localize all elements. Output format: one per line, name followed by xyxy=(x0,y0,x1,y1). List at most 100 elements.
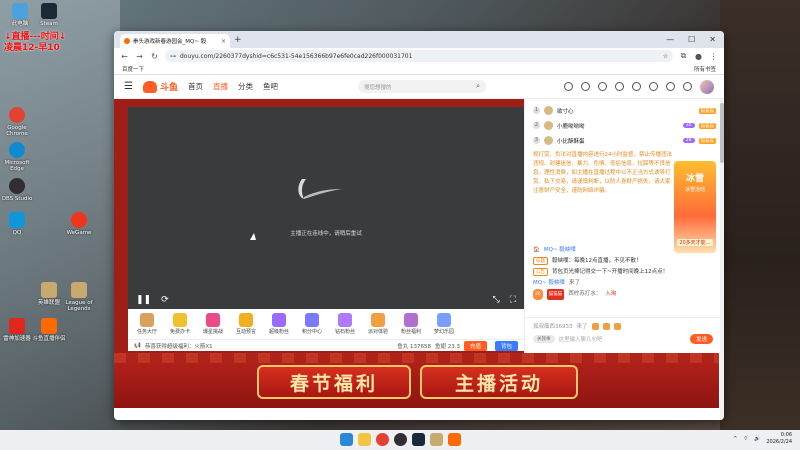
location-icon[interactable] xyxy=(666,82,675,91)
chat-action: 来了 xyxy=(568,280,580,286)
bookmark-baidu[interactable]: 百度一下 xyxy=(122,65,144,73)
desktop-icon-wegame[interactable]: WeGame xyxy=(62,212,96,236)
gift-label: 爆星挑战 xyxy=(202,329,223,335)
chat-input[interactable]: 这里输入聊几句吧 xyxy=(559,335,686,343)
desktop-icon-chrome[interactable]: Google Chrome xyxy=(0,107,34,137)
room-owner-name[interactable]: MQ~ 毅峡噗 xyxy=(544,245,576,256)
welcome-user: 孤叔瘴西36933 xyxy=(533,324,573,330)
nav-home[interactable]: 首页 xyxy=(188,81,203,92)
desktop-icon-lol-cn[interactable]: 英雄联盟 xyxy=(32,282,66,306)
maximize-icon[interactable]: ☐ xyxy=(688,35,695,44)
download-icon[interactable] xyxy=(683,82,692,91)
nav-live[interactable]: 直播 xyxy=(213,81,228,92)
send-button[interactable]: 发送 xyxy=(689,334,713,344)
user-avatar[interactable] xyxy=(700,79,714,94)
close-window-icon[interactable]: ✕ xyxy=(709,35,716,44)
gift-item[interactable]: 互动预言 xyxy=(231,313,261,335)
history-icon[interactable] xyxy=(564,82,573,91)
file-explorer-icon[interactable] xyxy=(358,433,371,446)
douyu-header: ☰ 斗鱼 首页 直播 分类 鱼吧 搜您想搜的 ⌕ xyxy=(114,75,724,99)
streamer-activity-button[interactable]: 主播活动 xyxy=(420,365,578,399)
nav-category[interactable]: 分类 xyxy=(238,81,253,92)
desktop-icon-obs[interactable]: OBS Studio xyxy=(0,178,34,202)
task-icon[interactable] xyxy=(615,82,624,91)
pause-icon[interactable]: ❚❚ xyxy=(136,295,151,305)
desktop-icon-leishen[interactable]: 雷神加速器 xyxy=(0,318,34,342)
gift-item[interactable]: 任务大厅 xyxy=(132,313,162,335)
emoji-icon[interactable] xyxy=(591,322,599,330)
chat-user[interactable]: 西柠苏打水： xyxy=(568,289,601,300)
back-icon[interactable]: ← xyxy=(120,52,129,61)
douyu-taskbar-icon[interactable] xyxy=(448,433,461,446)
desktop-icon-steam[interactable]: Steam xyxy=(32,3,66,27)
tray-chevron-icon[interactable]: ^ xyxy=(733,436,737,442)
side-activity-card[interactable]: 冰雪 冰雪活动 20多天才能… xyxy=(674,161,716,253)
gift-item[interactable]: 爆星挑战 xyxy=(198,313,228,335)
fan-card-icon[interactable] xyxy=(613,322,621,330)
gift-item[interactable]: 积分中心 xyxy=(297,313,327,335)
clock-time: 0:06 xyxy=(780,432,792,438)
search-icon[interactable]: ⌕ xyxy=(476,82,480,91)
desktop-icon-douyu-companion[interactable]: 斗鱼直播伴侣 xyxy=(32,318,66,342)
welcome-action: 来了 xyxy=(576,324,588,330)
chat-user[interactable]: MQ~ 毅峡噗 xyxy=(533,278,565,289)
minimize-icon[interactable]: — xyxy=(666,35,674,44)
chat-mode-tag[interactable]: 关我事 xyxy=(533,335,555,343)
rank-number: 2 xyxy=(533,122,540,129)
url-field[interactable]: ⊶ douyu.com/2260377dyshid=c6c531-54e1563… xyxy=(165,50,673,62)
gift-item[interactable]: 粉丝福利 xyxy=(396,313,426,335)
all-bookmarks[interactable]: 所有书签 xyxy=(694,65,716,73)
search-input[interactable]: 搜您想搜的 ⌕ xyxy=(357,80,486,93)
desktop-icon-label: Microsoft Edge xyxy=(4,160,30,172)
rank-row[interactable]: 2 小鹿呦呦呦 30 猫猫猫 xyxy=(533,118,716,133)
steam-taskbar-icon[interactable] xyxy=(412,433,425,446)
reload-icon[interactable]: ↻ xyxy=(150,52,159,61)
gift-item[interactable]: 派对体验 xyxy=(363,313,393,335)
menu-icon[interactable]: ⋮ xyxy=(709,52,718,61)
network-icon[interactable]: ⌔ xyxy=(743,436,748,442)
gift-icon[interactable] xyxy=(649,82,658,91)
gift-item[interactable]: 超级粉丝 xyxy=(264,313,294,335)
notice-line: 公告 背包页光捧记得交一下~开播时间晚上12点点！ xyxy=(533,267,717,278)
charge-button[interactable]: 充值 xyxy=(463,340,487,351)
message-icon[interactable] xyxy=(598,82,607,91)
video-player[interactable]: 主播正在连线中，请稍后重试 ❚❚ ⟳ ⤡ ⛶ xyxy=(128,107,524,309)
extensions-icon[interactable]: ⧉ xyxy=(679,51,688,61)
volume-icon[interactable]: 🔊 xyxy=(754,436,760,442)
forward-icon[interactable]: → xyxy=(135,52,144,61)
desktop-icon-edge[interactable]: Microsoft Edge xyxy=(0,142,34,172)
spring-welfare-button[interactable]: 春节福利 xyxy=(257,365,411,399)
windows-start-icon[interactable] xyxy=(340,433,353,446)
gift-item[interactable]: 梦幻乐园 xyxy=(429,313,459,335)
league-taskbar-icon[interactable] xyxy=(430,433,443,446)
rank-row[interactable]: 1 欲寸心 猫猫猫 xyxy=(533,103,716,118)
fullscreen-icon[interactable]: ⛶ xyxy=(510,295,516,305)
theater-mode-icon[interactable]: ⤡ xyxy=(492,295,499,305)
desktop-icon-lol[interactable]: League of Legends xyxy=(62,282,96,312)
douyu-logo[interactable]: 斗鱼 xyxy=(142,80,178,93)
backpack-button[interactable]: 背包 xyxy=(494,340,518,351)
new-tab-button[interactable]: + xyxy=(234,35,242,45)
scrollbar-thumb[interactable] xyxy=(720,103,724,163)
profile-icon[interactable]: ● xyxy=(694,52,703,61)
close-tab-icon[interactable]: × xyxy=(221,38,226,45)
page-scrollbar[interactable] xyxy=(720,99,724,420)
notice-tag: 公告 xyxy=(533,268,548,276)
gift-item[interactable]: 免费办卡 xyxy=(165,313,195,335)
refresh-icon[interactable]: ⟳ xyxy=(161,295,169,305)
clock[interactable]: 0:06 2026/2/24 xyxy=(766,432,792,446)
chrome-taskbar-icon[interactable] xyxy=(376,433,389,446)
video-icon[interactable] xyxy=(632,82,641,91)
rank-row[interactable]: 3 小比酥酥蛋 28 猫猫猫 xyxy=(533,133,716,148)
star-icon[interactable]: ☆ xyxy=(663,53,668,60)
follow-icon[interactable] xyxy=(581,82,590,91)
browser-tab-active[interactable]: 拳头游戏新春游园会_MQ~ 毅 × xyxy=(120,34,230,48)
site-info-icon[interactable]: ⊶ xyxy=(170,53,176,60)
nav-fishbar[interactable]: 鱼吧 xyxy=(263,81,278,92)
desktop-icon-qq[interactable]: QQ xyxy=(0,212,34,236)
gift-shortcut-icon[interactable] xyxy=(602,322,610,330)
gift-item[interactable]: 钻石粉丝 xyxy=(330,313,360,335)
tab-title: 拳头游戏新春游园会_MQ~ 毅 xyxy=(133,39,207,45)
obs-taskbar-icon[interactable] xyxy=(394,433,407,446)
hamburger-menu-icon[interactable]: ☰ xyxy=(124,81,133,92)
